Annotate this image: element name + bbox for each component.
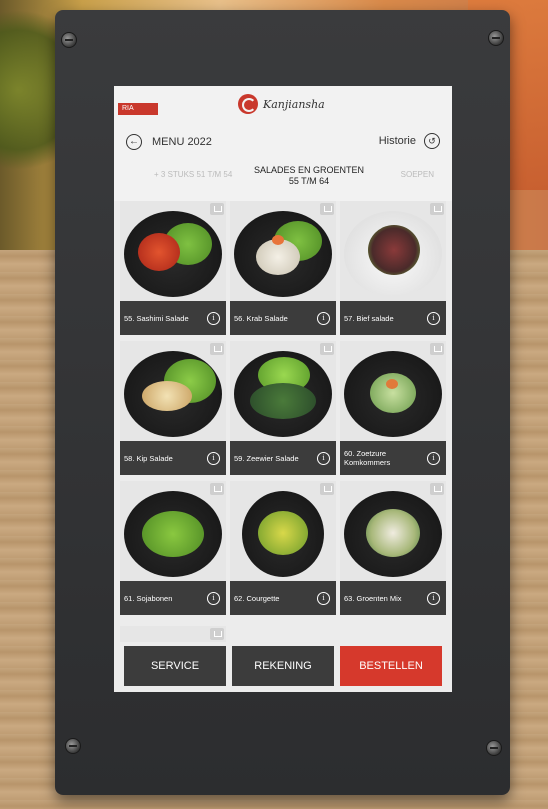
add-to-cart-icon[interactable] xyxy=(210,203,224,215)
info-icon[interactable]: i xyxy=(427,312,440,325)
info-icon[interactable]: i xyxy=(427,592,440,605)
menu-item[interactable]: 58. Kip Salade i xyxy=(120,341,226,475)
item-label: 60. Zoetzure Komkommers xyxy=(344,449,391,467)
brand-logo-icon xyxy=(238,94,258,114)
category-tab-next[interactable]: SOEPEN xyxy=(401,170,434,179)
tablet-screen: RIA Kanjiansha ← MENU 2022 Historie ↺ + … xyxy=(114,86,452,692)
dish-image xyxy=(234,351,332,437)
bill-button[interactable]: REKENING xyxy=(232,646,334,686)
menu-item[interactable]: 61. Sojabonen i xyxy=(120,481,226,615)
screw-icon xyxy=(65,738,81,754)
item-caption: 55. Sashimi Salade i xyxy=(120,301,226,335)
menu-item[interactable]: 59. Zeewier Salade i xyxy=(230,341,336,475)
add-to-cart-icon[interactable] xyxy=(320,343,334,355)
item-label: 62. Courgette xyxy=(234,593,280,603)
dish-image xyxy=(242,491,324,577)
info-icon[interactable]: i xyxy=(207,592,220,605)
dish-image xyxy=(344,351,442,437)
add-to-cart-icon[interactable] xyxy=(320,483,334,495)
screw-icon xyxy=(61,32,77,48)
dish-image xyxy=(344,211,442,297)
info-icon[interactable]: i xyxy=(207,312,220,325)
history-icon[interactable]: ↺ xyxy=(424,133,440,149)
item-label: 56. Krab Salade xyxy=(234,313,288,323)
item-label: 57. Bief salade xyxy=(344,313,394,323)
screw-icon xyxy=(488,30,504,46)
item-caption: 60. Zoetzure Komkommers i xyxy=(340,441,446,475)
info-icon[interactable]: i xyxy=(317,312,330,325)
order-button[interactable]: BESTELLEN xyxy=(340,646,442,686)
brand-logo: Kanjiansha xyxy=(238,92,325,116)
category-tab-previous[interactable]: + 3 STUKS 51 T/M 54 xyxy=(154,170,232,179)
screw-icon xyxy=(486,740,502,756)
menu-item[interactable]: 62. Courgette i xyxy=(230,481,336,615)
dish-image xyxy=(124,211,222,297)
category-tabs: + 3 STUKS 51 T/M 54 SALADES EN GROENTEN … xyxy=(114,162,452,192)
item-caption: 58. Kip Salade i xyxy=(120,441,226,475)
dish-image xyxy=(124,491,222,577)
info-icon[interactable]: i xyxy=(207,452,220,465)
add-to-cart-icon[interactable] xyxy=(320,203,334,215)
item-label: 63. Groenten Mix xyxy=(344,593,402,603)
add-to-cart-icon[interactable] xyxy=(210,483,224,495)
dish-image xyxy=(234,211,332,297)
add-to-cart-icon[interactable] xyxy=(430,203,444,215)
service-button[interactable]: SERVICE xyxy=(124,646,226,686)
dish-image xyxy=(124,351,222,437)
item-caption: 62. Courgette i xyxy=(230,581,336,615)
dish-image xyxy=(344,491,442,577)
history-link[interactable]: Historie xyxy=(379,135,416,147)
background-plant xyxy=(0,0,60,180)
info-icon[interactable]: i xyxy=(317,452,330,465)
back-arrow-icon[interactable]: ← xyxy=(126,134,142,150)
menu-title: MENU 2022 xyxy=(152,136,212,148)
item-caption: 61. Sojabonen i xyxy=(120,581,226,615)
item-label: 58. Kip Salade xyxy=(124,453,173,463)
item-caption: 57. Bief salade i xyxy=(340,301,446,335)
item-label: 55. Sashimi Salade xyxy=(124,313,189,323)
item-caption: 63. Groenten Mix i xyxy=(340,581,446,615)
menu-item[interactable]: 63. Groenten Mix i xyxy=(340,481,446,615)
category-tab-active[interactable]: SALADES EN GROENTEN 55 T/M 64 xyxy=(250,165,368,187)
menu-item[interactable]: 60. Zoetzure Komkommers i xyxy=(340,341,446,475)
add-to-cart-icon[interactable] xyxy=(210,343,224,355)
nav-row: ← MENU 2022 Historie ↺ xyxy=(114,130,452,154)
info-icon[interactable]: i xyxy=(427,452,440,465)
menu-item[interactable]: 57. Bief salade i xyxy=(340,201,446,335)
item-label: 61. Sojabonen xyxy=(124,593,173,603)
action-bar: SERVICE REKENING BESTELLEN xyxy=(114,642,452,692)
item-caption: 56. Krab Salade i xyxy=(230,301,336,335)
item-caption: 59. Zeewier Salade i xyxy=(230,441,336,475)
info-icon[interactable]: i xyxy=(317,592,330,605)
menu-item[interactable]: 55. Sashimi Salade i xyxy=(120,201,226,335)
item-label: 59. Zeewier Salade xyxy=(234,453,299,463)
add-to-cart-icon[interactable] xyxy=(210,628,224,640)
table-badge: RIA xyxy=(118,103,158,115)
add-to-cart-icon[interactable] xyxy=(430,343,444,355)
app-header: RIA Kanjiansha ← MENU 2022 Historie ↺ + … xyxy=(114,86,452,201)
add-to-cart-icon[interactable] xyxy=(430,483,444,495)
brand-name: Kanjiansha xyxy=(263,97,325,111)
menu-item[interactable]: 56. Krab Salade i xyxy=(230,201,336,335)
